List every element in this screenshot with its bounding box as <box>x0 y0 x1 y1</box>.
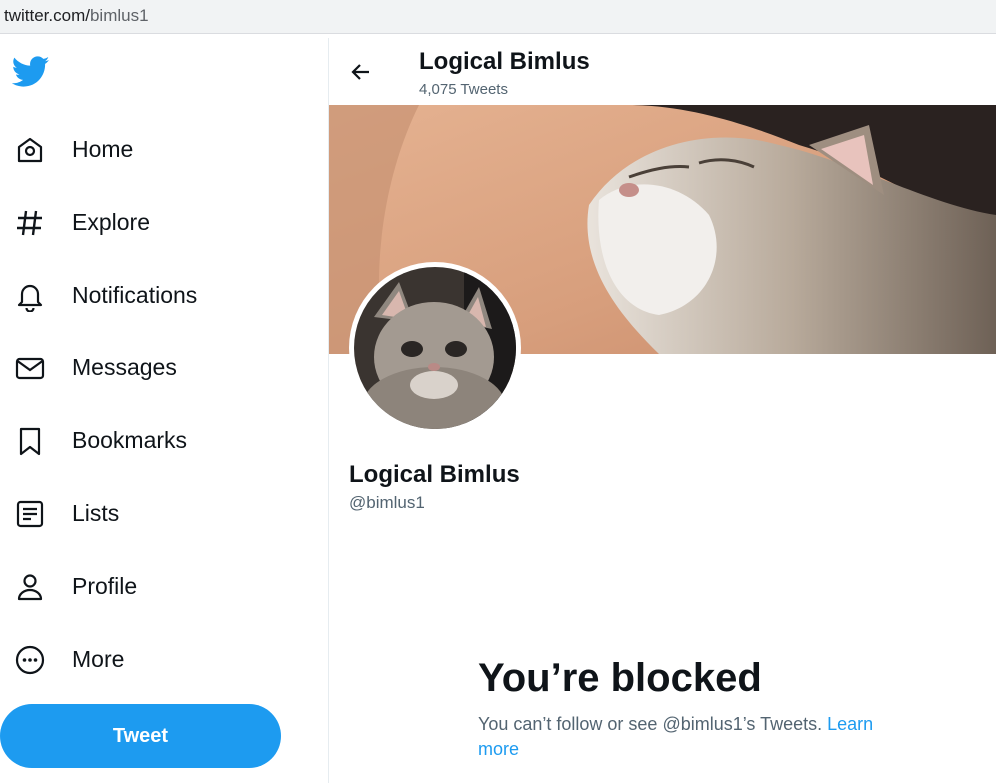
profile-avatar[interactable] <box>349 262 521 434</box>
hashtag-icon <box>17 210 42 236</box>
nav-label: Profile <box>72 573 138 599</box>
home-icon <box>17 137 43 163</box>
nav-more[interactable]: More <box>0 634 300 682</box>
nav-lists[interactable]: Lists <box>0 488 300 536</box>
envelope-icon <box>15 357 45 380</box>
nav-label: Bookmarks <box>72 427 188 453</box>
browser-address-bar[interactable]: twitter.com/bimlus1 <box>0 0 996 34</box>
back-arrow-icon[interactable] <box>349 60 373 84</box>
nav-profile[interactable]: Profile <box>0 561 300 609</box>
nav-bookmarks[interactable]: Bookmarks <box>0 415 300 463</box>
blocked-title: You’re blocked <box>478 656 762 700</box>
nav-label: Explore <box>72 209 150 235</box>
profile-column: Logical Bimlus 4,075 Tweets Logical Biml… <box>329 38 996 783</box>
twitter-bird-icon[interactable] <box>11 56 52 92</box>
nav-label: Lists <box>72 500 120 526</box>
nav-home[interactable]: Home <box>0 124 300 172</box>
person-icon <box>17 574 43 601</box>
blocked-message: You can’t follow or see @bimlus1’s Tweet… <box>478 714 874 759</box>
nav-notifications[interactable]: Notifications <box>0 270 300 318</box>
nav-messages[interactable]: Messages <box>0 342 300 390</box>
tweet-button[interactable]: Tweet <box>0 704 281 768</box>
url-text: twitter.com/bimlus1 <box>4 6 149 25</box>
nav-label: More <box>72 646 125 672</box>
bookmark-icon <box>19 427 41 456</box>
header-name: Logical Bimlus <box>419 48 590 75</box>
sidebar: Home Explore Notifications Messages Book… <box>0 38 329 783</box>
profile-header: Logical Bimlus 4,075 Tweets <box>329 38 996 104</box>
nav-label: Home <box>72 136 134 162</box>
profile-handle: @bimlus1 <box>349 493 425 512</box>
profile-name: Logical Bimlus <box>349 461 520 488</box>
nav-label: Notifications <box>72 282 198 308</box>
more-circle-icon <box>15 645 45 675</box>
list-icon <box>16 500 44 528</box>
bell-icon <box>17 284 43 312</box>
nav-explore[interactable]: Explore <box>0 197 300 245</box>
nav-label: Messages <box>72 354 177 380</box>
tweet-count: 4,075 Tweets <box>419 81 508 98</box>
